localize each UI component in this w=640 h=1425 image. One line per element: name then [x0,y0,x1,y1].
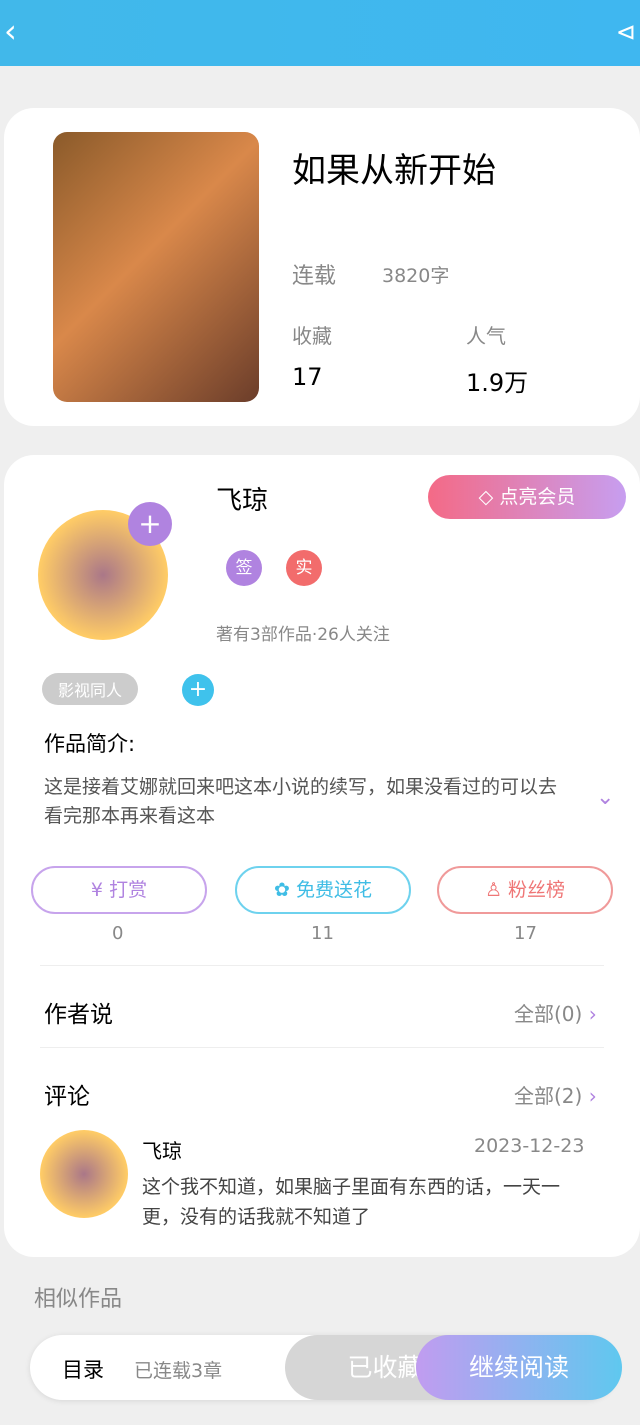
divider [40,965,604,966]
book-cover [53,132,259,402]
follow-plus-icon[interactable]: + [128,502,172,546]
author-name: 飞琼 [216,486,269,516]
diamond-icon: ◇ [478,486,500,508]
divider [40,1047,604,1048]
add-tag-icon[interactable]: + [182,674,214,706]
similar-title: 相似作品 [34,1287,123,1312]
word-count: 3820字 [382,265,450,287]
flower-count: 11 [311,923,334,944]
pop-count: 1.9万 [466,369,529,397]
tip-count: 0 [112,923,124,944]
comments-all-label: 全部(2) [514,1084,583,1108]
fans-icon: ♙ [484,879,509,901]
book-card: 如果从新开始 连载 3820字 收藏 17 人气 1.9万 [4,108,640,426]
intro-label: 作品简介: [44,732,136,756]
author-say-title: 作者说 [44,1002,113,1028]
fav-count: 17 [292,363,323,391]
author-desc: 著有3部作品·26人关注 [216,625,390,645]
chevron-right-icon: › [588,1084,597,1108]
author-say-all-label: 全部(0) [514,1002,583,1026]
continue-read-button[interactable]: 继续阅读 [416,1335,622,1400]
fans-count: 17 [514,923,537,944]
header: ‹ ⊲ [0,0,640,66]
sign-badge: 签 [226,550,262,586]
tag[interactable]: 影视同人 [42,673,139,705]
bottom-bar: 目录 已连载3章 已收藏 继续阅读 [30,1335,622,1400]
commenter-avatar[interactable] [40,1130,128,1218]
toc-button[interactable]: 目录 [62,1354,104,1384]
comment-date: 2023-12-23 [474,1135,585,1157]
comment-text: 这个我不知道，如果脑子里面有东西的话，一天一更，没有的话我就不知道了 [142,1176,561,1228]
chapter-count: 已连载3章 [134,1360,223,1382]
tip-button[interactable]: ¥ 打赏 [31,866,207,914]
vip-button[interactable]: ◇ 点亮会员 [428,475,626,519]
share-icon[interactable]: ⊲ [616,18,636,46]
intro-text: 这是接着艾娜就回来吧这本小说的续写，如果没看过的可以去看完那本再来看这本 [44,776,558,827]
chevron-right-icon: › [588,1002,597,1026]
status: 连载 [292,264,337,289]
flower-button[interactable]: ✿ 免费送花 [235,866,411,914]
verified-badge: 实 [286,550,322,586]
expand-icon[interactable]: ⌄ [596,785,614,810]
fav-label: 收藏 [292,324,332,348]
commenter-name: 飞琼 [142,1139,182,1163]
pop-label: 人气 [466,324,506,348]
vip-label: 点亮会员 [499,486,576,508]
fans-label: 粉丝榜 [508,879,566,901]
flower-label: 免费送花 [295,879,372,901]
back-icon[interactable]: ‹ [4,12,17,50]
comments-all[interactable]: 全部(2) › [514,1080,597,1109]
comments-title: 评论 [44,1084,90,1110]
tip-label: 打赏 [109,879,148,901]
book-title: 如果从新开始 [292,151,496,191]
fans-button[interactable]: ♙ 粉丝榜 [437,866,613,914]
yen-icon: ¥ [90,879,110,901]
detail-card: + 飞琼 签 实 著有3部作品·26人关注 ◇ 点亮会员 影视同人 + 作品简介… [4,455,640,1257]
author-say-all[interactable]: 全部(0) › [514,998,597,1027]
flower-icon: ✿ [274,879,296,901]
